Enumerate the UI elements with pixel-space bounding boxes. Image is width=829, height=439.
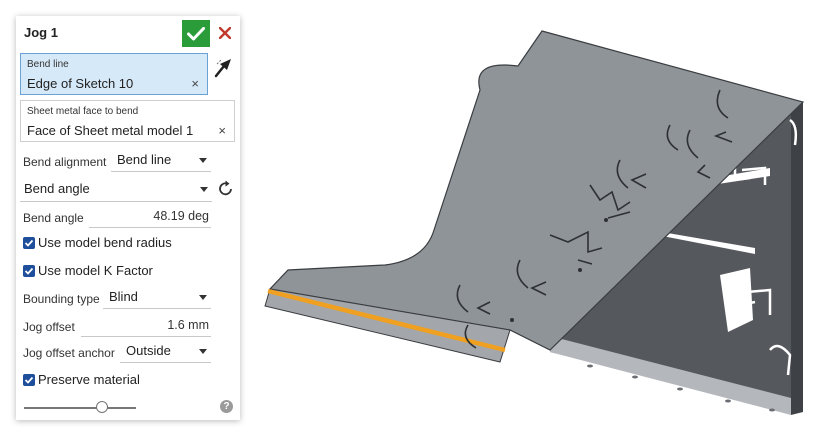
checkmark-icon (24, 376, 34, 384)
bounding-type-dropdown[interactable]: Blind (103, 287, 211, 309)
bend-line-label: Bend line (27, 59, 69, 70)
jog-offset-value: 1.6 mm (167, 318, 209, 332)
jog-feature-dialog: Jog 1 Bend line Edge of Sketch 10 × Shee… (16, 16, 240, 420)
bend-alignment-dropdown[interactable]: Bend line (111, 150, 211, 172)
bend-angle-field[interactable]: 48.19 deg (89, 206, 211, 228)
bend-mode-value: Bend angle (24, 181, 90, 196)
face-to-bend-value: Face of Sheet metal model 1 (27, 123, 194, 138)
checkmark-icon (24, 239, 34, 247)
slider-handle[interactable] (96, 401, 109, 413)
bend-mode-dropdown[interactable]: Bend angle (20, 178, 212, 202)
use-model-bend-radius-label: Use model bend radius (38, 235, 172, 250)
jog-offset-anchor-value: Outside (126, 343, 171, 358)
preserve-material-label: Preserve material (38, 372, 140, 387)
dropdown-underline (120, 362, 211, 363)
face-to-bend-label: Sheet metal face to bend (27, 106, 139, 117)
checkmark-icon (24, 267, 34, 275)
bounding-type-label: Bounding type (23, 292, 100, 306)
help-icon[interactable]: ? (220, 400, 233, 413)
bend-line-selection[interactable]: Bend line Edge of Sketch 10 × (20, 53, 208, 95)
bend-alignment-value: Bend line (117, 152, 172, 167)
cancel-button[interactable] (214, 22, 236, 44)
jog-offset-anchor-label: Jog offset anchor (23, 346, 115, 360)
sheet-metal-part (264, 30, 805, 415)
bend-line-value: Edge of Sketch 10 (27, 76, 134, 91)
bend-line-clear-button[interactable]: × (191, 76, 199, 91)
dropdown-underline (111, 171, 211, 172)
chevron-down-icon (199, 349, 207, 354)
jog-offset-anchor-dropdown[interactable]: Outside (120, 341, 211, 363)
use-model-bend-radius-checkbox[interactable] (23, 237, 35, 249)
dropdown-underline (20, 201, 212, 202)
graphics-viewport[interactable] (250, 20, 820, 420)
bend-alignment-label: Bend alignment (23, 155, 107, 169)
bounding-type-value: Blind (109, 289, 138, 304)
check-icon (187, 26, 205, 40)
use-model-k-factor-label: Use model K Factor (38, 263, 153, 278)
chevron-down-icon (199, 158, 207, 163)
face-to-bend-clear-button[interactable]: × (218, 123, 226, 138)
face-to-bend-selection[interactable]: Sheet metal face to bend Face of Sheet m… (20, 100, 235, 142)
dropdown-underline (103, 308, 211, 309)
part-wall-edge (791, 102, 803, 415)
accept-button[interactable] (182, 20, 210, 47)
field-underline (81, 336, 211, 337)
jog-offset-field[interactable]: 1.6 mm (81, 315, 211, 337)
slider-track[interactable] (24, 407, 136, 409)
use-model-k-factor-checkbox[interactable] (23, 265, 35, 277)
bend-angle-label: Bend angle (23, 211, 84, 225)
close-icon (219, 27, 231, 39)
dialog-header: Jog 1 (16, 16, 240, 50)
jog-offset-label: Jog offset (23, 320, 75, 334)
chevron-down-icon (199, 295, 207, 300)
bend-angle-value: 48.19 deg (153, 209, 209, 223)
selection-arrow-icon[interactable] (212, 55, 236, 79)
chevron-down-icon (200, 187, 208, 192)
flip-direction-icon[interactable] (216, 179, 236, 199)
preserve-material-checkbox[interactable] (23, 374, 35, 386)
dialog-title: Jog 1 (24, 25, 58, 40)
field-underline (89, 227, 211, 228)
